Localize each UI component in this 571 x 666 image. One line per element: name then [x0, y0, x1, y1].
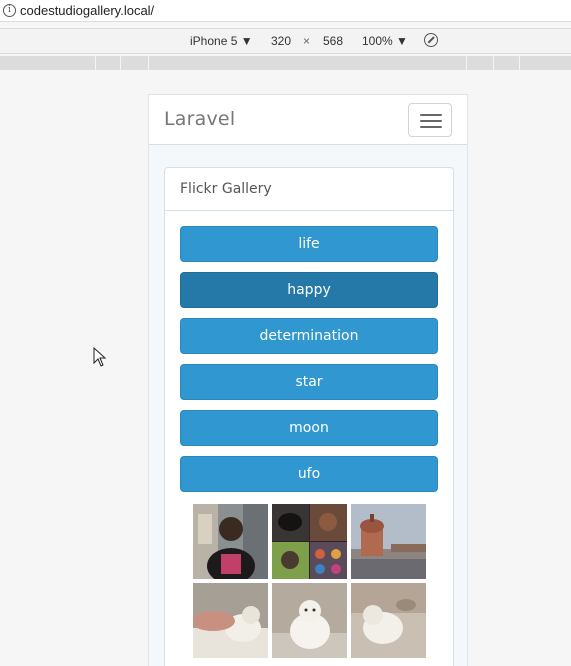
tower-photo-icon [351, 504, 426, 579]
thumbnail-image[interactable] [351, 583, 426, 658]
collage-photo-icon [272, 504, 347, 579]
hamburger-icon [420, 114, 442, 116]
device-select[interactable]: iPhone 5 ▼ [190, 34, 253, 48]
thumbnail-image[interactable] [272, 504, 347, 579]
gallery-panel: Flickr Gallery life happy determination … [164, 167, 454, 666]
zoom-select[interactable]: 100% ▼ [362, 34, 408, 48]
tag-button-moon[interactable]: moon [180, 410, 438, 446]
navbar: Laravel [149, 94, 467, 145]
tag-button-ufo[interactable]: ufo [180, 456, 438, 492]
thumbnail-image[interactable] [193, 504, 268, 579]
kitten-photo-icon [272, 583, 347, 658]
hamburger-icon [420, 126, 442, 128]
tag-button-star[interactable]: star [180, 364, 438, 400]
dimension-separator: × [303, 34, 311, 48]
info-icon[interactable]: i [3, 4, 16, 17]
portrait-photo-icon [193, 504, 268, 579]
tag-button-happy[interactable]: happy [180, 272, 438, 308]
mouse-cursor-icon [93, 347, 107, 367]
device-viewport: Laravel Flickr Gallery life happy determ… [148, 94, 468, 666]
navbar-toggle-button[interactable] [408, 103, 452, 137]
device-toolbar: iPhone 5 ▼ 320 × 568 100% ▼ [0, 28, 571, 54]
tag-button-determination[interactable]: determination [180, 318, 438, 354]
thumbnail-image[interactable] [193, 583, 268, 658]
kitten-photo-icon [351, 583, 426, 658]
brand-link[interactable]: Laravel [164, 108, 235, 130]
width-input[interactable]: 320 [271, 34, 291, 48]
url-text[interactable]: codestudiogallery.local/ [20, 3, 154, 18]
thumbnail-image[interactable] [272, 583, 347, 658]
media-query-ruler[interactable] [0, 56, 571, 70]
hamburger-icon [420, 120, 442, 122]
kitten-photo-icon [193, 583, 268, 658]
rotate-icon[interactable] [424, 33, 438, 47]
panel-title: Flickr Gallery [165, 168, 453, 211]
thumbnail-image[interactable] [351, 504, 426, 579]
height-input[interactable]: 568 [323, 34, 343, 48]
tag-button-life[interactable]: life [180, 226, 438, 262]
address-bar[interactable]: i codestudiogallery.local/ [0, 0, 571, 22]
